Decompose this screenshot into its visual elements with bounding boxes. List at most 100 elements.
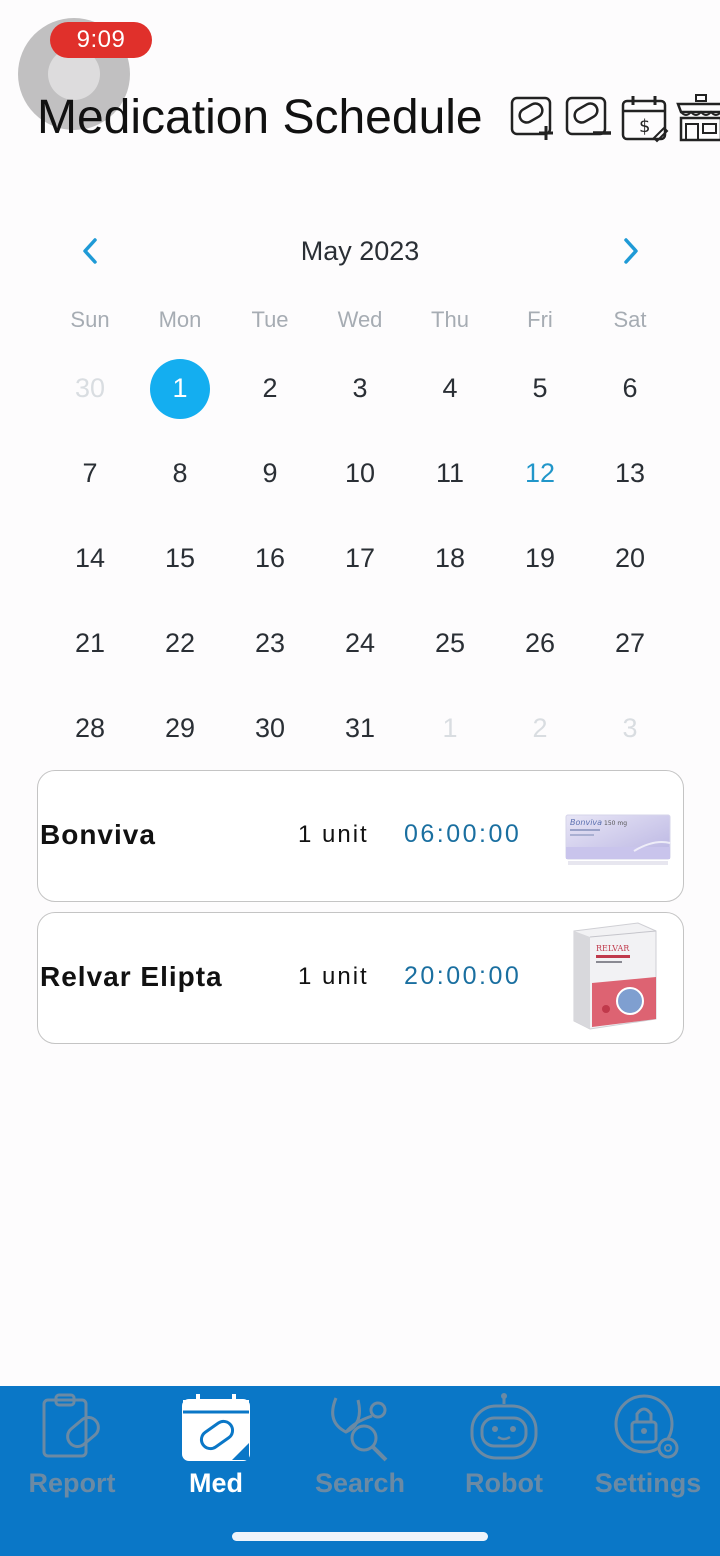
bonviva-box-image: Bonviva 150 mg bbox=[565, 814, 671, 865]
calendar-day-today[interactable]: 12 bbox=[495, 431, 585, 516]
calendar-day: 30 bbox=[45, 346, 135, 431]
calendar-day[interactable]: 23 bbox=[225, 601, 315, 686]
calendar-day[interactable]: 25 bbox=[405, 601, 495, 686]
calendar-day[interactable]: 31 bbox=[315, 686, 405, 771]
calendar-day: 2 bbox=[495, 686, 585, 771]
svg-text:$: $ bbox=[639, 116, 650, 137]
tab-search[interactable]: Search bbox=[288, 1386, 432, 1511]
calendar-day-number: 22 bbox=[164, 628, 196, 658]
medication-card[interactable]: Bonviva 1 unit 06:00:00 Bonviva 150 mg bbox=[37, 770, 684, 902]
calendar-day[interactable]: 18 bbox=[405, 516, 495, 601]
calendar-day-number: 12 bbox=[524, 458, 556, 488]
medication-card[interactable]: Relvar Elipta 1 unit 20:00:00 RELVAR bbox=[37, 912, 684, 1044]
calendar-day-number: 15 bbox=[164, 543, 196, 573]
home-indicator[interactable] bbox=[232, 1532, 488, 1541]
calendar-day[interactable]: 20 bbox=[585, 516, 675, 601]
calendar-day[interactable]: 5 bbox=[495, 346, 585, 431]
header-actions: $ bbox=[508, 94, 720, 144]
calendar-day[interactable]: 7 bbox=[45, 431, 135, 516]
tab-settings[interactable]: Settings bbox=[576, 1386, 720, 1511]
weekday-label: Thu bbox=[431, 307, 469, 332]
calendar-pill-icon bbox=[182, 1394, 250, 1461]
calendar-day: 1 bbox=[405, 686, 495, 771]
calendar-day[interactable]: 2 bbox=[225, 346, 315, 431]
calendar-day[interactable]: 13 bbox=[585, 431, 675, 516]
pharmacy-store-icon[interactable] bbox=[676, 94, 720, 144]
calendar-day-number: 14 bbox=[74, 543, 106, 573]
bottom-tab-bar: Report Med Search Robot Settings bbox=[0, 1386, 720, 1556]
weekday-label: Mon bbox=[158, 307, 202, 332]
calendar-day[interactable]: 8 bbox=[135, 431, 225, 516]
calendar-day[interactable]: 30 bbox=[225, 686, 315, 771]
calendar-day-number: 17 bbox=[344, 543, 376, 573]
robot-icon bbox=[470, 1393, 538, 1460]
tab-label: Report bbox=[28, 1468, 116, 1498]
svg-text:RELVAR: RELVAR bbox=[596, 944, 630, 953]
calendar-day[interactable]: 9 bbox=[225, 431, 315, 516]
tab-label: Search bbox=[314, 1468, 406, 1498]
calendar-day-number: 26 bbox=[524, 628, 556, 658]
calendar-day[interactable]: 10 bbox=[315, 431, 405, 516]
tab-robot[interactable]: Robot bbox=[432, 1386, 576, 1511]
stethoscope-search-icon bbox=[331, 1397, 388, 1462]
medication-time: 06:00:00 bbox=[404, 820, 522, 848]
weekday-label: Sun bbox=[70, 307, 110, 332]
calendar-day-number: 21 bbox=[74, 628, 106, 658]
calendar-day-number: 6 bbox=[622, 373, 638, 403]
medication-name: Relvar Elipta bbox=[40, 961, 223, 992]
calendar-day[interactable]: 6 bbox=[585, 346, 675, 431]
billing-calendar-icon[interactable]: $ bbox=[620, 94, 670, 144]
calendar-day[interactable]: 29 bbox=[135, 686, 225, 771]
remove-medication-icon[interactable] bbox=[565, 94, 615, 144]
calendar-day[interactable]: 21 bbox=[45, 601, 135, 686]
calendar-day-selected[interactable]: 1 bbox=[135, 346, 225, 431]
relvar-box-image: RELVAR bbox=[573, 922, 657, 1030]
calendar-day-number: 3 bbox=[622, 713, 638, 743]
calendar-day-number: 23 bbox=[254, 628, 286, 658]
calendar-day-grid: 30 1 2 3 4 5 6 7 8 9 10 11 12 13 14 15 16 17 18 19 20 21 22 23 2… bbox=[45, 346, 675, 771]
calendar-day-number: 3 bbox=[352, 373, 368, 403]
calendar-day[interactable]: 17 bbox=[315, 516, 405, 601]
weekday-label: Wed bbox=[337, 307, 383, 332]
calendar-weekday-row: Sun Mon Tue Wed Thu Fri Sat bbox=[45, 307, 675, 333]
tab-med[interactable]: Med bbox=[144, 1386, 288, 1511]
calendar-day-number: 7 bbox=[82, 458, 98, 488]
calendar-day[interactable]: 15 bbox=[135, 516, 225, 601]
calendar-day[interactable]: 22 bbox=[135, 601, 225, 686]
calendar-day-number: 1 bbox=[442, 713, 458, 743]
calendar-month-label: May 2023 bbox=[300, 236, 420, 266]
calendar-day[interactable]: 24 bbox=[315, 601, 405, 686]
calendar-day[interactable]: 27 bbox=[585, 601, 675, 686]
calendar-day[interactable]: 11 bbox=[405, 431, 495, 516]
calendar-day-number: 8 bbox=[172, 458, 188, 488]
calendar-day-number: 10 bbox=[344, 458, 376, 488]
calendar-day[interactable]: 14 bbox=[45, 516, 135, 601]
medication-quantity: 1 unit bbox=[298, 821, 369, 848]
tab-label: Settings bbox=[594, 1468, 702, 1498]
clipboard-pill-icon bbox=[42, 1393, 100, 1458]
calendar-day-number: 25 bbox=[434, 628, 466, 658]
tab-label: Med bbox=[189, 1468, 243, 1498]
calendar-day-number: 19 bbox=[524, 543, 556, 573]
svg-text:Bonviva: Bonviva bbox=[570, 818, 602, 827]
weekday-label: Sat bbox=[613, 307, 647, 332]
medication-time: 20:00:00 bbox=[404, 962, 522, 990]
page-title: Medication Schedule bbox=[37, 91, 483, 144]
calendar-day-number: 2 bbox=[262, 373, 278, 403]
calendar-day-number: 31 bbox=[344, 713, 376, 743]
calendar-day-number: 20 bbox=[614, 543, 646, 573]
calendar-day-number: 30 bbox=[74, 373, 106, 403]
next-month-chevron-icon[interactable] bbox=[615, 236, 645, 266]
calendar-day[interactable]: 16 bbox=[225, 516, 315, 601]
calendar-day[interactable]: 26 bbox=[495, 601, 585, 686]
calendar-day-number: 1 bbox=[172, 373, 188, 403]
calendar-day-number: 18 bbox=[434, 543, 466, 573]
add-medication-icon[interactable] bbox=[510, 94, 560, 144]
weekday-label: Tue bbox=[251, 307, 289, 332]
calendar-day-number: 13 bbox=[614, 458, 646, 488]
tab-report[interactable]: Report bbox=[0, 1386, 144, 1511]
calendar-day[interactable]: 28 bbox=[45, 686, 135, 771]
calendar-day[interactable]: 3 bbox=[315, 346, 405, 431]
calendar-day[interactable]: 19 bbox=[495, 516, 585, 601]
calendar-day[interactable]: 4 bbox=[405, 346, 495, 431]
